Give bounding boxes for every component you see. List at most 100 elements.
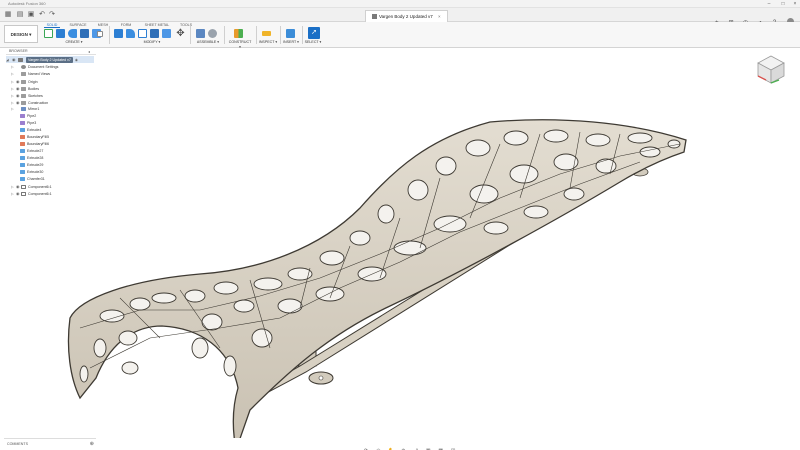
component-icon [21,191,26,196]
tab-close-icon[interactable]: × [438,14,441,19]
tab-solid[interactable]: SOLID [44,22,60,28]
joint-icon[interactable] [208,29,217,38]
navigation-bar: ⟳ ◎ ✋ ⊕ ⤢ ▣ ▦ ◫ [362,439,457,450]
browser-item-chamfer31[interactable]: Chamfer31 [20,176,45,183]
browser-item-pipe3[interactable]: Pipe3 [20,120,36,127]
tree-label: Extrude4 [27,128,42,132]
tab-mesh[interactable]: MESH [96,22,110,28]
box-icon[interactable] [80,29,89,38]
pipe-icon [20,113,25,118]
browser-item-mirror[interactable]: ▷ Mirror1 [11,106,39,113]
save-icon[interactable]: ▣ [27,11,35,19]
activate-icon[interactable]: ◉ [75,58,78,62]
document-tab[interactable]: Vargen Body 2 Updated v7 × [365,10,448,22]
pattern-icon[interactable] [97,31,103,37]
browser-item-extrude27[interactable]: Extrude27 [20,148,43,155]
ribbon-separator [190,26,191,44]
browser-item-extrude28[interactable]: Extrude28 [20,155,43,162]
model-canvas[interactable] [0,48,800,450]
tab-form[interactable]: FORM [118,22,134,28]
ribbon-separator [302,26,303,44]
collapse-panel-icon[interactable]: ◂ [88,49,93,54]
insert-menu[interactable]: INSERT ▾ [282,40,300,45]
folder-icon [21,71,26,76]
browser-item-component-b[interactable]: ▷ ◉ Component6:1 [11,190,52,197]
view-cube[interactable] [754,52,788,86]
browser-item-document-settings[interactable]: ▷ Document Settings [11,64,58,71]
close-icon[interactable]: × [788,0,800,8]
component-icon [21,184,26,189]
browser-item-pipe2[interactable]: Pipe2 [20,113,36,120]
modify-menu[interactable]: MODIFY ▾ [140,40,164,45]
browser-item-extrude30[interactable]: Extrude30 [20,169,43,176]
insert-image-icon[interactable] [286,29,295,38]
folder-icon [21,93,26,98]
file-icon[interactable]: ▤ [16,11,24,19]
settings-gear-icon [21,64,26,69]
extrude-icon[interactable] [56,29,65,38]
press-pull-icon[interactable] [114,29,123,38]
undo-icon[interactable]: ↶ [38,11,46,19]
data-panel-grid-icon[interactable]: ▦ [4,11,12,19]
combine-icon[interactable] [150,29,159,38]
tree-label: Bodies [28,87,39,91]
browser-item-sketches[interactable]: ▷ ◉ Sketches [11,92,43,99]
extrude-icon [20,162,25,167]
fusion-window: Autodesk Fusion 360 – □ × ▦ ▤ ▣ ↶ ↷ Varg… [0,0,800,450]
tab-surface[interactable]: SURFACE [68,22,88,28]
revolve-icon[interactable] [68,29,77,38]
tree-label: BoundaryFill5 [27,135,49,139]
title-bar: Autodesk Fusion 360 – □ × [0,0,800,8]
new-sketch-icon[interactable] [44,29,53,38]
tree-label: Named Views [28,72,51,76]
tree-label: Component6:1 [28,185,52,189]
browser-item-boundaryfill6[interactable]: BoundaryFill6 [20,141,49,148]
collapse-icon[interactable]: ◢ [6,57,11,64]
assemble-menu[interactable]: ASSEMBLE ▾ [196,40,220,45]
expand-icon[interactable]: ▷ [11,106,16,113]
expand-icon[interactable]: ▷ [11,64,16,71]
browser-title: BROWSER [9,49,28,53]
workspace-switcher[interactable]: DESIGN ▾ [4,25,38,43]
add-comment-icon[interactable]: ⊕ [90,439,94,449]
comments-panel[interactable]: COMMENTS ⊕ [4,438,96,448]
redo-icon[interactable]: ↷ [48,11,56,19]
fillet-icon[interactable] [126,29,135,38]
visibility-icon[interactable]: ◉ [12,56,17,63]
mirror-icon [21,106,26,111]
minimize-icon[interactable]: – [762,0,776,8]
shell-icon[interactable] [138,29,147,38]
construct-menu[interactable]: CONSTRUCT ▾ [228,40,252,49]
tree-label: Extrude27 [27,149,44,153]
browser-item-named-views[interactable]: ▷ Named Views [11,71,50,78]
browser-item-extrude29[interactable]: Extrude29 [20,162,43,169]
browser-header: BROWSER ◂ [6,48,96,55]
browser-item-construction[interactable]: ▷ ◉ Construction [11,99,48,106]
move-icon[interactable]: ✥ [176,29,185,39]
comments-label: COMMENTS [7,442,28,446]
browser-item-extrude4[interactable]: Extrude4 [20,127,41,134]
boundary-fill-icon [20,134,25,139]
app-title: Autodesk Fusion 360 [8,1,46,6]
tree-label: Pipe2 [27,114,37,118]
browser-root-item[interactable]: ◢ ◉ Vargen Body 2 Updated v7 ◉ [6,56,94,63]
browser-item-origin[interactable]: ▷ ◉ Origin [11,78,38,85]
select-cursor-icon[interactable]: ➚ [308,27,320,39]
align-icon[interactable] [162,29,171,38]
tab-sheet-metal[interactable]: SHEET METAL [142,22,172,28]
folder-icon [21,100,26,105]
ribbon-separator [280,26,281,44]
browser-item-component-a[interactable]: ▷ ◉ Component6:1 [11,183,52,190]
expand-icon[interactable]: ▷ [11,71,16,78]
create-menu[interactable]: CREATE ▾ [60,40,88,45]
canvas-viewport[interactable] [0,48,800,450]
new-component-icon[interactable] [196,29,205,38]
component-icon [372,14,377,19]
select-menu[interactable]: SELECT ▾ [304,40,322,45]
inspect-menu[interactable]: INSPECT ▾ [258,40,278,45]
measure-icon[interactable] [262,31,271,36]
plane-icon[interactable] [234,29,243,38]
browser-item-bodies[interactable]: ▷ ◉ Bodies [11,85,39,92]
browser-item-boundaryfill5[interactable]: BoundaryFill5 [20,134,49,141]
root-component-label: Vargen Body 2 Updated v7 [26,57,73,63]
